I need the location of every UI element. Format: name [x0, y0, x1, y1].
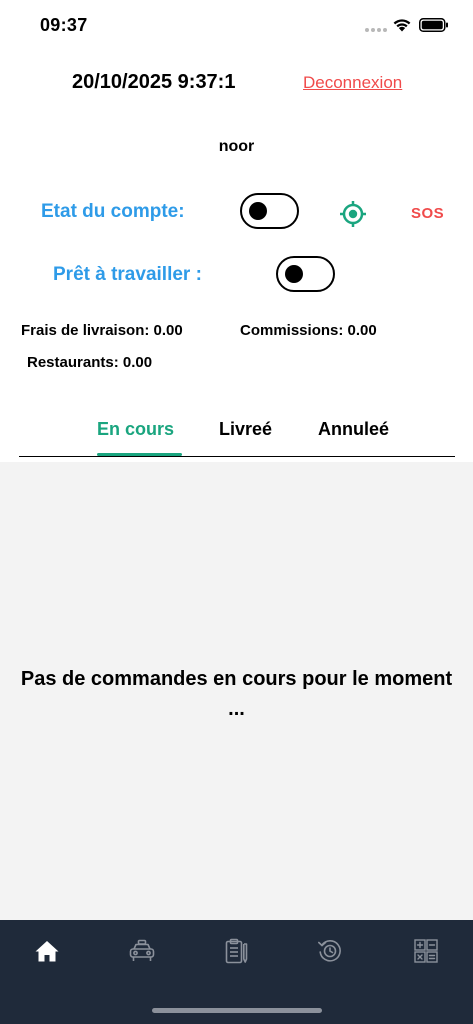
nav-taxi[interactable]	[126, 935, 158, 967]
battery-icon	[419, 18, 448, 32]
logout-link[interactable]: Deconnexion	[303, 73, 402, 93]
signal-icon	[365, 28, 387, 32]
status-bar: 09:37	[0, 0, 473, 52]
toggle-knob	[285, 265, 303, 283]
active-tab-indicator	[97, 453, 182, 456]
commissions-stat: Commissions: 0.00	[240, 322, 377, 339]
ready-to-work-toggle[interactable]	[276, 256, 335, 292]
tab-cancelled[interactable]: Annuleé	[318, 419, 389, 440]
nav-calculator[interactable]	[410, 935, 442, 967]
wifi-icon	[393, 19, 411, 32]
delivery-fees-stat: Frais de livraison: 0.00	[21, 322, 183, 339]
account-state-label: Etat du compte:	[41, 201, 185, 222]
nav-orders[interactable]	[220, 935, 252, 967]
ready-to-work-label: Prêt à travailler :	[53, 264, 202, 285]
current-datetime: 20/10/2025 9:37:1	[72, 71, 236, 93]
user-name: noor	[218, 138, 255, 155]
toggle-knob	[249, 202, 267, 220]
nav-home[interactable]	[31, 935, 63, 967]
tab-delivered[interactable]: Livreé	[219, 419, 272, 440]
home-indicator	[152, 1008, 322, 1013]
taxi-icon	[129, 939, 155, 961]
status-time: 09:37	[40, 15, 88, 35]
clipboard-icon	[225, 938, 248, 964]
nav-history[interactable]	[314, 935, 346, 967]
orders-tabs: En cours Livreé Annuleé	[19, 410, 455, 457]
calculator-icon	[414, 939, 438, 963]
sos-button[interactable]: SOS	[411, 205, 444, 222]
orders-content: Pas de commandes en cours pour le moment…	[0, 462, 473, 920]
tab-in-progress[interactable]: En cours	[97, 419, 174, 440]
locate-icon[interactable]	[339, 200, 367, 228]
empty-state-message: Pas de commandes en cours pour le moment…	[0, 664, 473, 724]
empty-state-line2: ...	[228, 698, 245, 720]
home-icon	[35, 941, 59, 962]
empty-state-line1: Pas de commandes en cours pour le moment	[20, 668, 453, 690]
restaurants-stat: Restaurants: 0.00	[27, 354, 153, 371]
history-icon	[318, 940, 341, 962]
account-state-toggle[interactable]	[240, 193, 299, 229]
